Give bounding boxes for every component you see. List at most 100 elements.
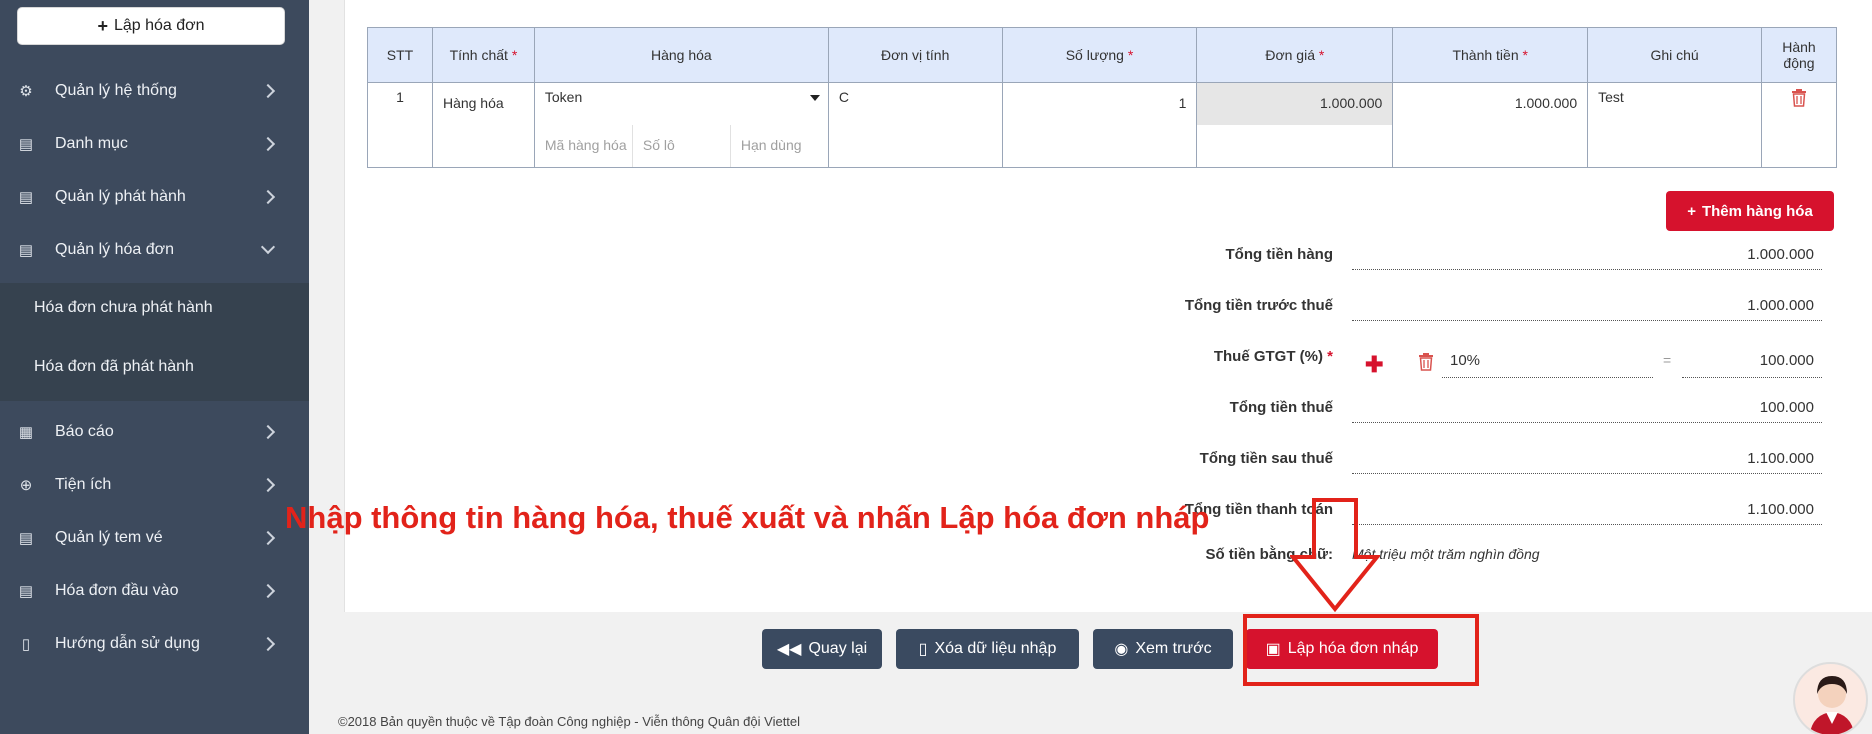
table-row: 1 Hàng hóa Token C 1 1.000.000 1.000.000… <box>367 82 1838 125</box>
plus-icon: + <box>97 15 108 36</box>
total-goods-label: Tổng tiền hàng <box>1225 246 1333 263</box>
total-goods-value: 1.000.000 <box>1352 246 1822 270</box>
sidebar-item-issuance[interactable]: ▤ Quản lý phát hành <box>0 170 309 223</box>
eye-icon: ◉ <box>1114 641 1129 658</box>
header-nature: Tính chất * <box>431 27 535 83</box>
cell-amount[interactable]: 1.000.000 <box>1392 82 1589 125</box>
vat-value: 100.000 <box>1682 350 1822 378</box>
trash-icon[interactable] <box>1791 89 1807 107</box>
sidebar-item-label: Tiện ích <box>55 475 112 493</box>
sidebar-item-label: Quản lý hóa đơn <box>55 240 175 258</box>
chevron-right-icon <box>260 136 276 151</box>
plus-icon: + <box>1687 202 1696 220</box>
document-icon: ▯ <box>21 635 31 653</box>
back-label: Quay lại <box>808 640 868 657</box>
preview-button[interactable]: ◉ Xem trước <box>1093 629 1233 669</box>
sidebar-item-label: Quản lý phát hành <box>55 187 186 205</box>
sidebar-item-catalog[interactable]: ▤ Danh mục <box>0 117 309 170</box>
header-goods: Hàng hóa <box>533 27 829 83</box>
after-tax-label: Tổng tiền sau thuế <box>1199 450 1333 467</box>
cell-unit-price[interactable]: 1.000.000 <box>1196 82 1394 125</box>
chevron-right-icon <box>260 583 276 598</box>
sidebar-item-label: Danh mục <box>55 134 128 152</box>
equals-sign: = <box>1663 352 1672 368</box>
chevron-down-icon <box>260 239 276 255</box>
create-invoice-label: Lập hóa đơn <box>113 17 205 34</box>
main-content: STT Tính chất * Hàng hóa Đơn vị tính Số … <box>309 0 1872 734</box>
table-row-details: Mã hàng hóa Số lô Hạn dùng <box>367 124 1838 168</box>
cell-nature[interactable]: Hàng hóa <box>431 82 535 125</box>
sidebar-item-invoices[interactable]: ▤ Quản lý hóa đơn <box>0 223 309 276</box>
list-icon: ▤ <box>18 135 34 153</box>
instruction-annotation: Nhập thông tin hàng hóa, thuế xuất và nh… <box>285 500 1210 535</box>
add-goods-label: Thêm hàng hóa <box>1701 202 1813 220</box>
cell-quantity[interactable]: 1 <box>1001 82 1198 125</box>
sidebar-item-input-invoices[interactable]: ▤ Hóa đơn đầu vào <box>0 564 309 617</box>
sidebar-item-label: Quản lý tem vé <box>55 528 163 546</box>
trash-icon[interactable] <box>1418 353 1434 371</box>
chevron-right-icon <box>260 83 276 98</box>
sidebar-item-utilities[interactable]: ⊕ Tiện ích <box>0 458 309 511</box>
vat-rate-select[interactable]: 10% <box>1442 350 1653 378</box>
total-tax-label: Tổng tiền thuế <box>1229 399 1333 416</box>
add-tax-icon[interactable]: ✚ <box>1365 352 1383 378</box>
caret-down-icon <box>809 95 820 101</box>
sidebar-subitem-unissued[interactable]: Hóa đơn chưa phát hành <box>0 283 309 333</box>
before-tax-value: 1.000.000 <box>1352 297 1822 321</box>
chevron-right-icon <box>260 424 276 439</box>
chevron-right-icon <box>260 636 276 651</box>
sidebar-subitem-label: Hóa đơn đã phát hành <box>34 358 194 375</box>
chevron-right-icon <box>260 189 276 204</box>
in-words-value: Một triệu một trăm nghìn đồng <box>1352 546 1540 562</box>
after-tax-row: Tổng tiền sau thuế 1.100.000 <box>345 446 1872 476</box>
sidebar-item-system[interactable]: ⚙ Quản lý hệ thống <box>0 64 309 117</box>
sidebar-subitem-label: Hóa đơn chưa phát hành <box>34 299 213 316</box>
header-unit: Đơn vị tính <box>827 27 1003 83</box>
in-words-label: Số tiền bằng chữ: <box>1205 546 1333 563</box>
sidebar-item-guide[interactable]: ▯ Hướng dẫn sử dụng <box>0 617 309 670</box>
double-left-arrow-icon: ◀◀ <box>776 641 802 658</box>
create-invoice-button[interactable]: + Lập hóa đơn <box>17 7 285 45</box>
list-icon: ▤ <box>18 188 34 206</box>
search-plus-icon: ⊕ <box>19 476 33 494</box>
sidebar-item-reports[interactable]: ▦ Báo cáo <box>0 405 309 458</box>
header-action: Hành động <box>1760 27 1838 83</box>
sidebar-item-tickets[interactable]: ▤ Quản lý tem vé <box>0 511 309 564</box>
vat-label: Thuế GTGT (%) * <box>1213 348 1333 365</box>
goods-code-input[interactable]: Mã hàng hóa <box>535 124 633 167</box>
clear-input-button[interactable]: ▯ Xóa dữ liệu nhập <box>896 629 1079 669</box>
invoice-submenu: Hóa đơn chưa phát hành Hóa đơn đã phát h… <box>0 283 309 401</box>
header-amount: Thành tiền * <box>1392 27 1589 83</box>
total-goods-row: Tổng tiền hàng 1.000.000 <box>345 242 1872 272</box>
sidebar-subitem-issued[interactable]: Hóa đơn đã phát hành <box>0 342 309 392</box>
cell-unit[interactable]: C <box>827 82 1003 125</box>
lot-input[interactable]: Số lô <box>633 124 731 167</box>
sidebar-item-label: Báo cáo <box>55 422 114 440</box>
support-avatar[interactable] <box>1793 662 1868 734</box>
sidebar-item-label: Hướng dẫn sử dụng <box>55 634 200 652</box>
before-tax-label: Tổng tiền trước thuế <box>1184 297 1333 314</box>
preview-label: Xem trước <box>1135 640 1212 657</box>
annotation-arrow <box>1290 498 1380 612</box>
back-button[interactable]: ◀◀ Quay lại <box>762 629 882 669</box>
cell-stt: 1 <box>367 82 433 125</box>
total-tax-value: 100.000 <box>1352 399 1822 423</box>
list-icon: ▤ <box>18 582 34 600</box>
cell-note[interactable]: Test <box>1587 82 1762 125</box>
after-tax-value: 1.100.000 <box>1352 450 1822 474</box>
report-icon: ▦ <box>18 423 34 441</box>
before-tax-row: Tổng tiền trước thuế 1.000.000 <box>345 293 1872 323</box>
cell-goods[interactable]: Token <box>533 82 829 125</box>
add-goods-button[interactable]: + Thêm hàng hóa <box>1666 191 1834 231</box>
clear-input-label: Xóa dữ liệu nhập <box>934 640 1057 657</box>
chevron-right-icon <box>260 477 276 492</box>
avatar-illustration <box>1809 676 1855 734</box>
footer-copyright: ©2018 Bản quyền thuộc về Tập đoàn Công n… <box>338 714 801 729</box>
expiry-input[interactable]: Hạn dùng <box>731 125 828 168</box>
annotation-highlight-box <box>1243 614 1479 686</box>
header-stt: STT <box>367 27 433 83</box>
sidebar-item-label: Quản lý hệ thống <box>55 81 177 99</box>
header-quantity: Số lượng * <box>1001 27 1198 83</box>
header-note: Ghi chú <box>1587 27 1762 83</box>
list-icon: ▤ <box>18 241 34 259</box>
